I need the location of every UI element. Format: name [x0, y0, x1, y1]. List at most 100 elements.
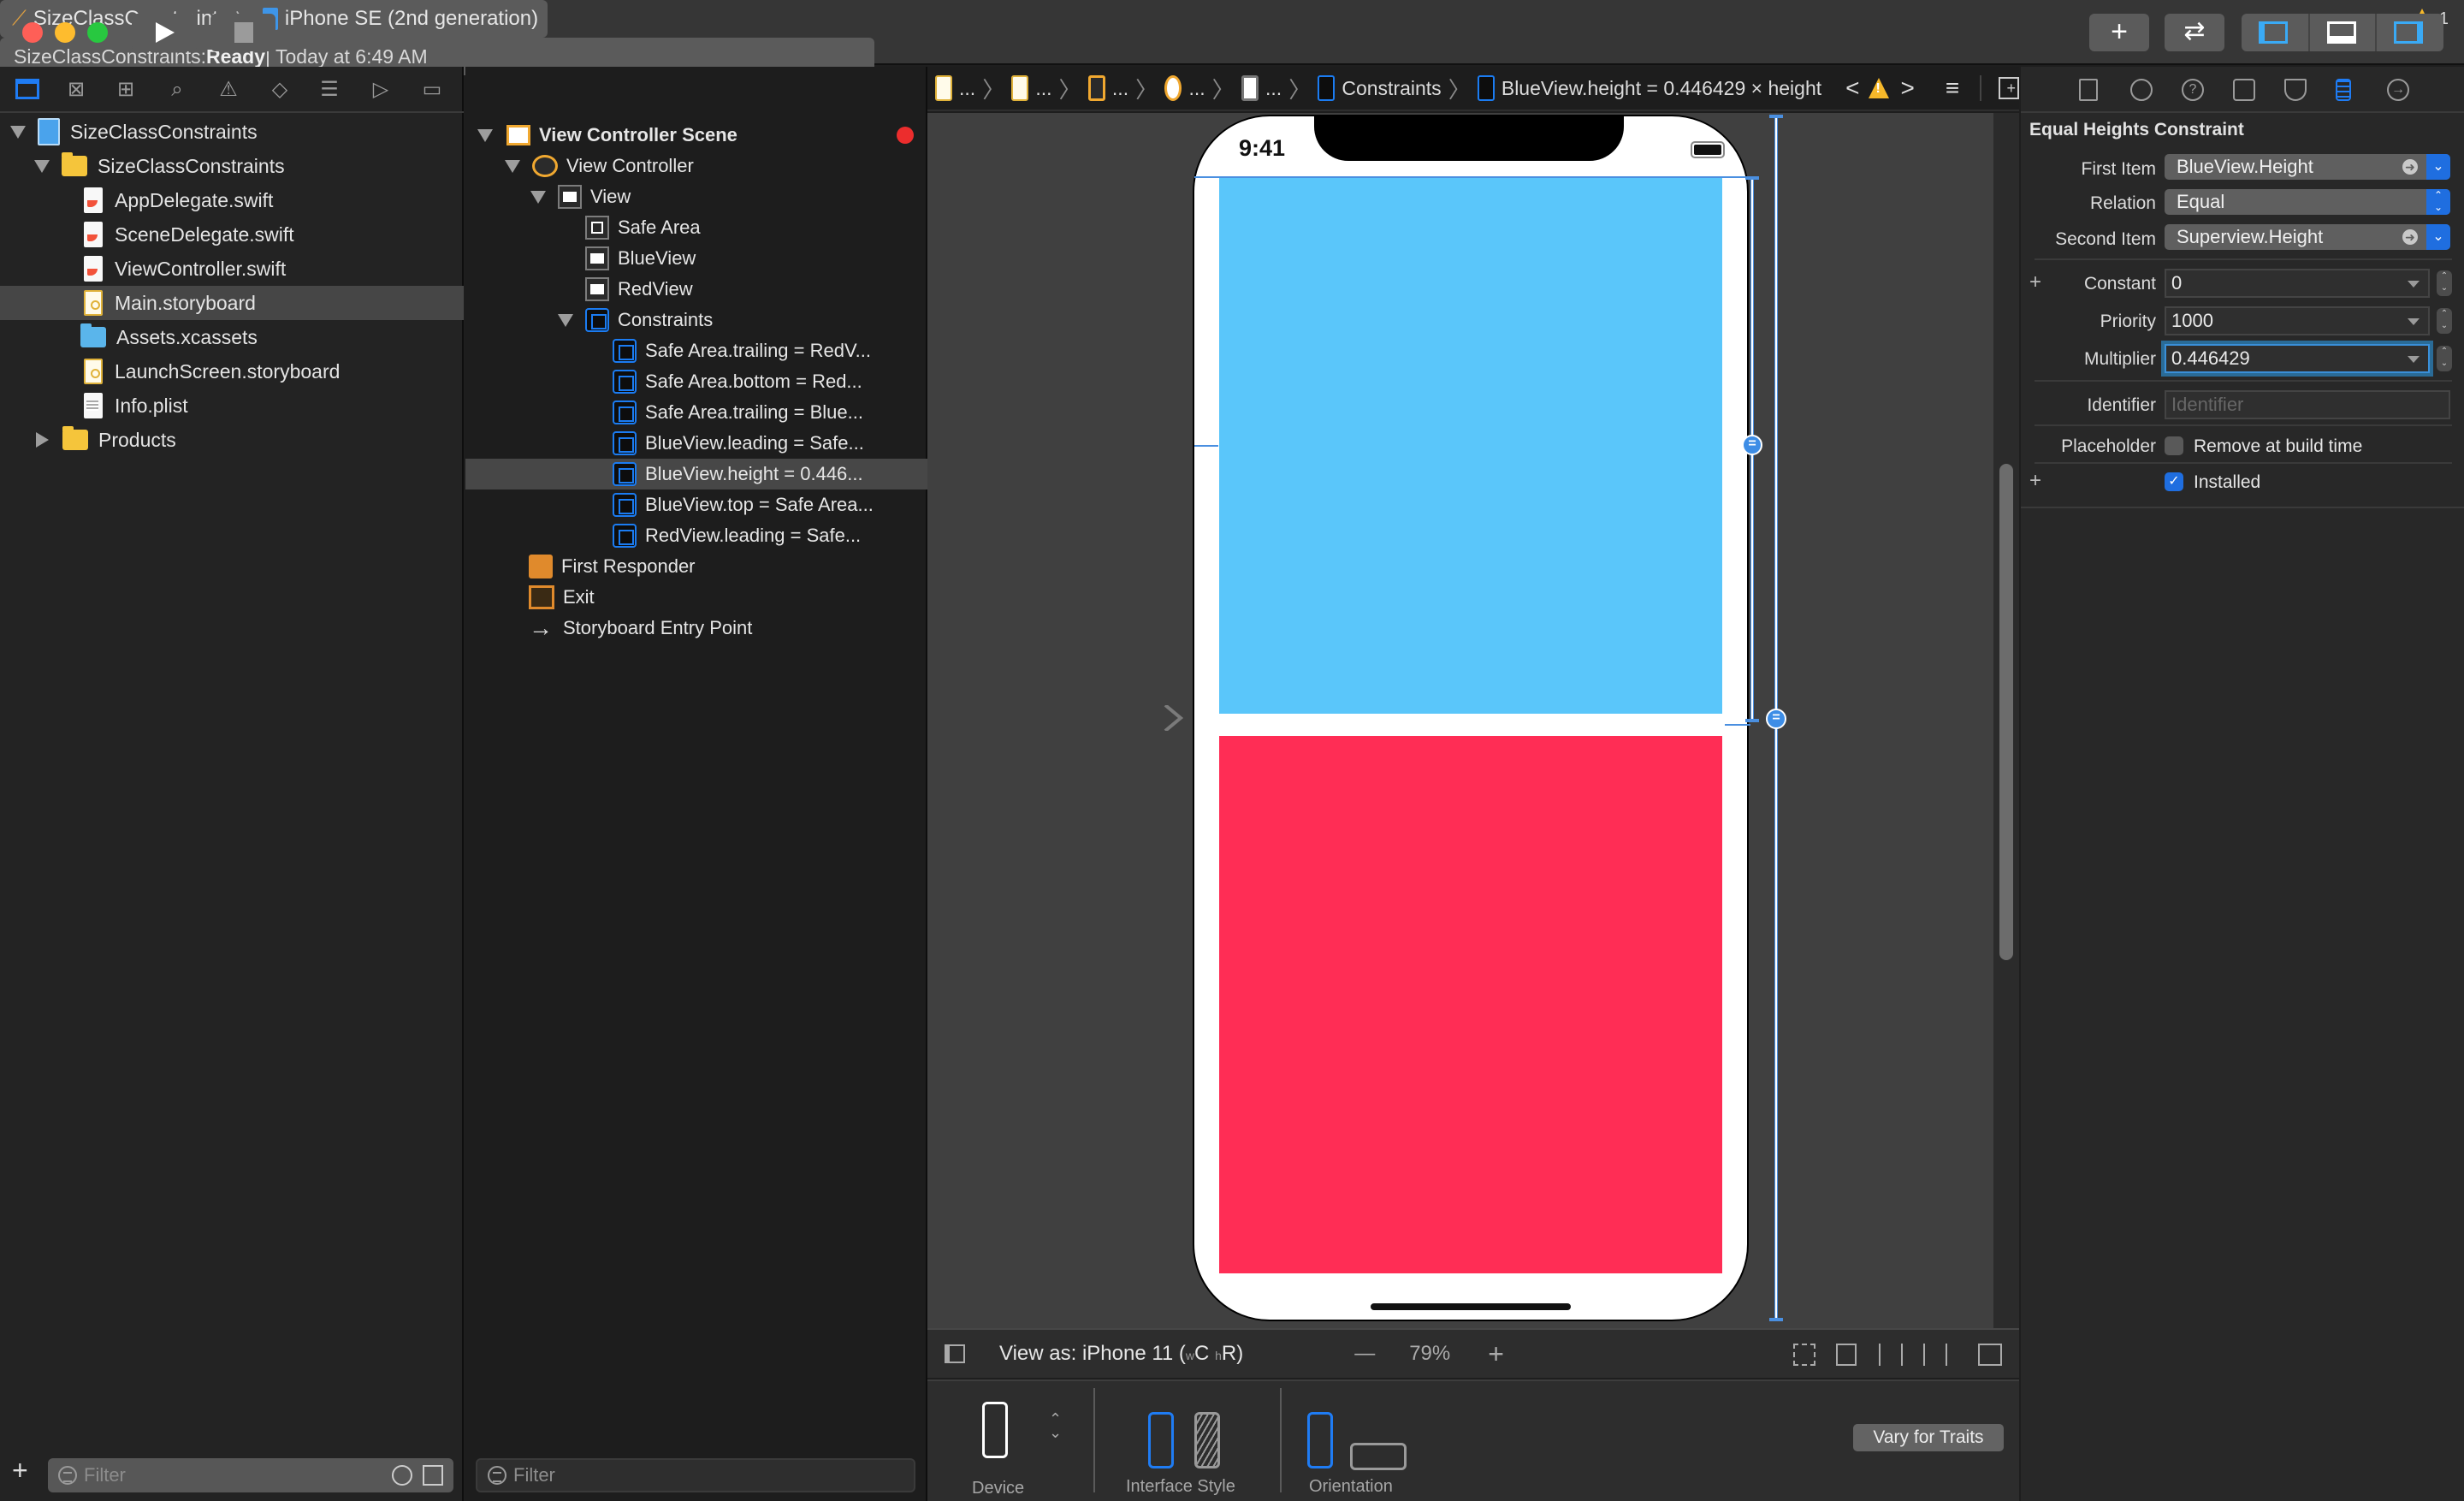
equal-constraint-badge[interactable]: = [1742, 435, 1762, 455]
tree-item-group[interactable]: Products [0, 423, 464, 457]
outline-item[interactable]: View Controller [465, 151, 927, 181]
light-appearance-icon[interactable] [1148, 1412, 1174, 1468]
add-editor-icon[interactable]: + [1999, 77, 2019, 99]
warning-icon[interactable] [1868, 78, 1889, 98]
find-navigator-tab[interactable]: ⌕ [164, 77, 190, 103]
history-inspector-tab[interactable] [2130, 79, 2153, 101]
multiplier-field[interactable]: 0.446429 [2165, 344, 2430, 373]
breadcrumb-view-controller[interactable]: ... [1188, 77, 1205, 100]
code-review-button[interactable]: ⇄ [2165, 14, 2224, 51]
outline-scene[interactable]: View Controller Scene [465, 120, 927, 151]
constraint-trailing-line[interactable] [1725, 724, 1750, 726]
minimize-window-button[interactable] [55, 22, 75, 43]
tree-item-file[interactable]: LaunchScreen.storyboard [0, 354, 464, 389]
disclosure-closed-icon[interactable] [36, 432, 49, 448]
tree-item-file[interactable]: SceneDelegate.swift [0, 217, 464, 252]
outline-item[interactable]: View [465, 181, 927, 212]
red-view[interactable] [1219, 736, 1722, 1273]
breakpoint-navigator-tab[interactable]: ▷ [368, 77, 394, 103]
source-control-filter-icon[interactable] [423, 1465, 443, 1486]
tree-item-file[interactable]: Assets.xcassets [0, 320, 464, 354]
outline-item[interactable]: RedView [465, 274, 927, 305]
priority-stepper[interactable]: ⌃ ⌄ [2437, 308, 2452, 334]
scrollbar-thumb[interactable] [1999, 464, 2013, 960]
outline-item[interactable]: Constraints [465, 305, 927, 335]
arrow-circle-icon[interactable]: ➜ [2402, 229, 2418, 245]
outline-constraint-selected[interactable]: BlueView.height = 0.446... [465, 459, 927, 489]
disclosure-open-icon[interactable] [558, 313, 573, 327]
device-stepper-icon[interactable]: ⌃ ⌄ [1049, 1411, 1062, 1440]
file-inspector-tab[interactable] [2079, 79, 2098, 101]
view-as-device-button[interactable]: View as: iPhone 11 (wC hR) [999, 1342, 1243, 1366]
outline-constraint[interactable]: BlueView.leading = Safe... [465, 428, 927, 459]
add-constraints-icon[interactable] [1923, 1344, 1947, 1366]
remove-at-build-time-checkbox[interactable] [2165, 436, 2183, 455]
breadcrumb-scene[interactable]: ... [1112, 77, 1128, 100]
size-inspector-tab[interactable] [2336, 79, 2351, 101]
identity-inspector-tab[interactable] [2233, 79, 2255, 101]
toggle-navigator-button[interactable] [2259, 21, 2288, 44]
zoom-in-button[interactable]: + [1488, 1338, 1504, 1370]
tree-item-file[interactable]: AppDelegate.swift [0, 183, 464, 217]
blue-view[interactable] [1219, 176, 1722, 714]
installed-checkbox[interactable]: ✓ [2165, 472, 2183, 491]
tree-item-group[interactable]: SizeClassConstraints [0, 149, 464, 183]
resolve-issues-icon[interactable] [1978, 1344, 2002, 1366]
canvas-vertical-scrollbar[interactable] [1993, 113, 2019, 1328]
connections-inspector-tab[interactable]: → [2387, 79, 2409, 101]
outline-constraint[interactable]: RedView.leading = Safe... [465, 520, 927, 551]
first-item-popup[interactable]: BlueView.Height ➜ ⌄ [2165, 154, 2450, 180]
outline-constraint[interactable]: Safe Area.bottom = Red... [465, 366, 927, 397]
disclosure-open-icon[interactable] [530, 190, 546, 204]
tree-item-project[interactable]: SizeClassConstraints [0, 115, 464, 149]
multiplier-stepper[interactable]: ⌃ ⌄ [2437, 346, 2452, 371]
disclosure-open-icon[interactable] [505, 159, 520, 173]
debug-navigator-tab[interactable]: ☰ [317, 77, 342, 103]
editor-options-icon[interactable]: ≡ [1946, 74, 1959, 102]
zoom-window-button[interactable] [87, 22, 108, 43]
device-iphone-icon[interactable] [982, 1402, 1008, 1458]
second-item-popup[interactable]: Superview.Height ➜ ⌄ [2165, 224, 2450, 250]
breadcrumb-constraints[interactable]: Constraints [1342, 77, 1441, 100]
navigator-filter-input[interactable]: Filter [48, 1458, 453, 1492]
dark-appearance-icon[interactable] [1194, 1412, 1220, 1468]
vary-for-traits-button[interactable]: Vary for Traits [1853, 1424, 2004, 1451]
outline-item[interactable]: → Storyboard Entry Point [465, 613, 927, 644]
next-issue-button[interactable]: > [1901, 74, 1915, 102]
report-navigator-tab[interactable]: ▭ [419, 77, 445, 103]
attributes-inspector-tab[interactable] [2284, 79, 2307, 101]
constraint-top-line[interactable] [1194, 176, 1749, 178]
add-file-button[interactable]: + [12, 1455, 28, 1486]
outline-filter-input[interactable]: Filter [476, 1458, 915, 1492]
toggle-outline-icon[interactable] [945, 1344, 965, 1363]
exit-to-scene-icon[interactable] [897, 127, 914, 144]
outline-item[interactable]: Safe Area [465, 212, 927, 243]
outline-item[interactable]: Exit [465, 582, 927, 613]
outline-constraint[interactable]: Safe Area.trailing = RedV... [465, 335, 927, 366]
identifier-field[interactable]: Identifier [2165, 390, 2450, 419]
stop-button[interactable] [210, 14, 275, 51]
align-icon[interactable] [1879, 1344, 1903, 1366]
priority-field[interactable]: 1000 [2165, 306, 2430, 335]
breadcrumb-file[interactable]: ... [959, 77, 975, 100]
breadcrumb-selected-constraint[interactable]: BlueView.height = 0.446429 × height [1502, 77, 1821, 100]
breadcrumb-view[interactable]: ... [1265, 77, 1282, 100]
disclosure-open-icon[interactable] [10, 125, 26, 139]
disclosure-open-icon[interactable] [477, 128, 493, 142]
tree-item-file-selected[interactable]: Main.storyboard [0, 286, 464, 320]
quick-help-inspector-tab[interactable]: ? [2182, 79, 2204, 101]
dropdown-arrow-icon[interactable] [2408, 281, 2420, 288]
toggle-debug-area-button[interactable] [2327, 21, 2356, 44]
tree-item-file[interactable]: ViewController.swift [0, 252, 464, 286]
destination-name[interactable]: iPhone SE (2nd generation) [285, 7, 538, 31]
toggle-inspector-button[interactable] [2394, 21, 2423, 44]
zoom-out-button[interactable]: — [1354, 1342, 1375, 1366]
landscape-orientation-icon[interactable] [1350, 1443, 1407, 1470]
source-control-navigator-tab[interactable]: ⊠ [63, 77, 89, 103]
add-installed-variation-button[interactable]: + [2029, 469, 2041, 493]
dropdown-arrow-icon[interactable] [2408, 356, 2420, 363]
disclosure-open-icon[interactable] [34, 159, 50, 173]
outline-constraint[interactable]: Safe Area.trailing = Blue... [465, 397, 927, 428]
storyboard-entry-arrow[interactable] [1052, 705, 1189, 731]
outline-item[interactable]: BlueView [465, 243, 927, 274]
